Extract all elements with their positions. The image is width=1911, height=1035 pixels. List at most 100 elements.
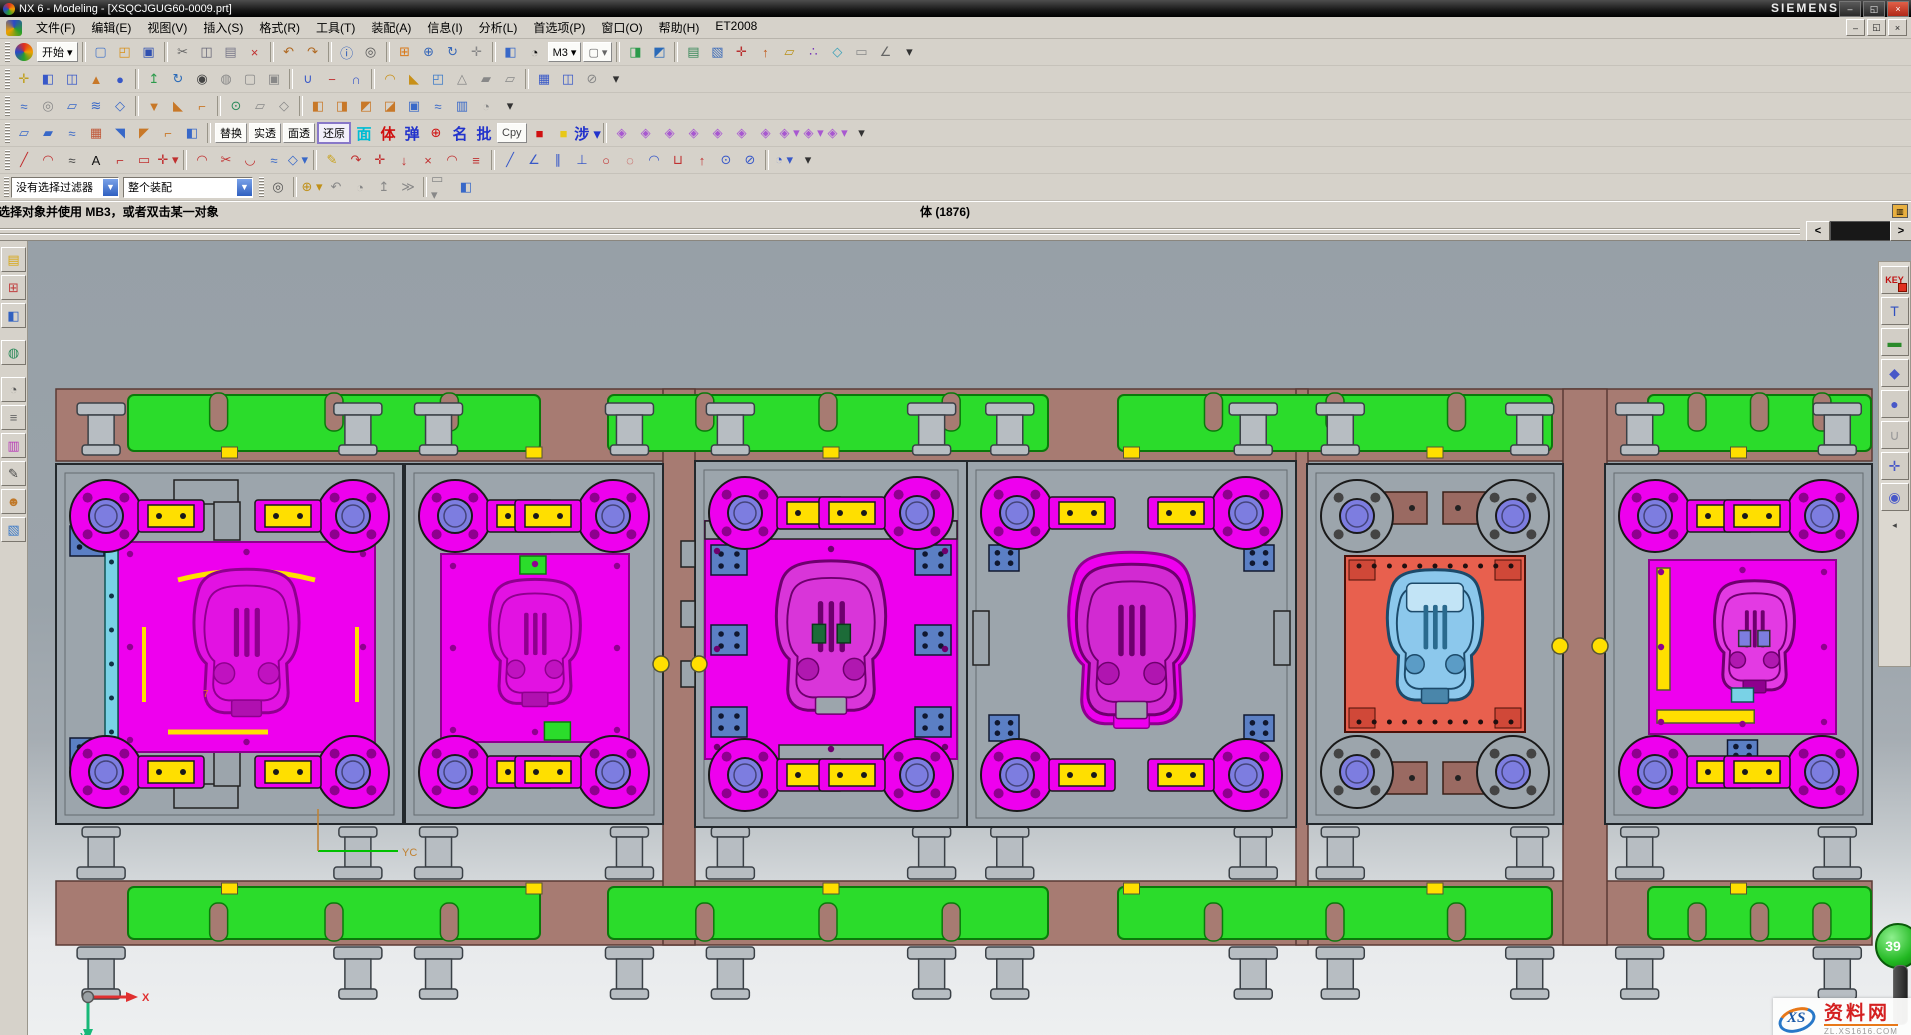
x-form-icon[interactable]: ◇ ▾ <box>286 148 310 172</box>
object-color-button[interactable]: ▢ ▾ <box>583 42 612 62</box>
text-curve-icon[interactable]: A <box>84 148 108 172</box>
datum-grid-icon[interactable]: ◇ <box>272 94 296 118</box>
mirror-feature-icon[interactable]: ◫ <box>556 67 580 91</box>
key-parts-button[interactable]: KEY <box>1881 266 1909 294</box>
edit-parameters-icon[interactable]: ✎ <box>320 148 344 172</box>
trim-curve-icon[interactable]: ✂ <box>214 148 238 172</box>
extrude-icon[interactable]: ↥ <box>142 67 166 91</box>
sphere-icon[interactable]: ● <box>108 67 132 91</box>
restore-button[interactable]: ◱ <box>1863 1 1885 17</box>
wrap-geometry-icon[interactable]: ◔ <box>474 94 498 118</box>
fillet-curve-icon[interactable]: ◠ <box>190 148 214 172</box>
bend-icon[interactable]: ⌐ <box>190 94 214 118</box>
shaded-view-icon[interactable]: ◧ <box>499 40 523 64</box>
sew-icon[interactable]: ≈ <box>426 94 450 118</box>
nx-logo-icon[interactable] <box>15 43 33 61</box>
pattern-feature-icon[interactable]: ▦ <box>532 67 556 91</box>
snap-view-icon[interactable]: ◇ <box>825 40 849 64</box>
four-point-surface-icon[interactable]: ▰ <box>36 121 60 145</box>
menu-item-8[interactable]: 分析(L) <box>471 17 526 38</box>
blend-face-icon[interactable]: ◈ <box>706 121 730 145</box>
move-component-icon[interactable]: ◩ <box>647 40 671 64</box>
roles-tab[interactable]: ☻ <box>1 489 26 514</box>
resize-chamfer-icon[interactable]: ◈ ▾ <box>826 121 850 145</box>
menu-item-5[interactable]: 工具(T) <box>308 17 363 38</box>
datum-csys-icon[interactable]: ✛ <box>12 67 36 91</box>
open-file-icon[interactable]: ◰ <box>113 40 137 64</box>
point-icon[interactable]: ✛ ▾ <box>156 148 180 172</box>
divide-curve-icon[interactable]: ◡ <box>238 148 262 172</box>
start-button[interactable]: 开始 ▾ <box>37 42 78 62</box>
stamp-icon[interactable]: ▼ <box>142 94 166 118</box>
menu-item-11[interactable]: 帮助(H) <box>651 17 708 38</box>
circle-point-point-icon[interactable]: ○ <box>594 148 618 172</box>
assembly-navigator-tab[interactable]: ▤ <box>1 247 26 272</box>
measure-angle-icon[interactable]: ∠ <box>873 40 897 64</box>
circle-tangent-icon[interactable]: ⊘ <box>738 148 762 172</box>
extension-surface-icon[interactable]: ◥ <box>108 121 132 145</box>
menu-item-7[interactable]: 信息(I) <box>419 17 470 38</box>
copy-icon[interactable]: ◫ <box>195 40 219 64</box>
blend-curve-icon[interactable]: ↷ <box>344 148 368 172</box>
edge-blend-icon[interactable]: ◠ <box>378 67 402 91</box>
information-window-icon[interactable]: ⓘ <box>335 40 359 64</box>
part-navigator-tab[interactable]: ◧ <box>1 303 26 328</box>
batch-display-button[interactable]: 批 <box>472 122 496 144</box>
fitting-parts-button[interactable]: ✛ <box>1881 452 1909 480</box>
tube-icon[interactable]: ◎ <box>36 94 60 118</box>
menu-item-10[interactable]: 窗口(O) <box>593 17 650 38</box>
render-style-icon[interactable]: ◔ <box>523 40 547 64</box>
ruled-surface-icon[interactable]: ▱ <box>60 94 84 118</box>
pocket-icon[interactable]: ▢ <box>238 67 262 91</box>
u-notch-icon[interactable]: ⊔ <box>666 148 690 172</box>
point-set-icon[interactable]: ∴ <box>801 40 825 64</box>
offset-curve-icon[interactable]: ≡ <box>464 148 488 172</box>
law-extension-icon[interactable]: ⌐ <box>156 121 180 145</box>
pull-face-icon[interactable]: ◈ <box>634 121 658 145</box>
view-cube-icon[interactable]: ◧ <box>454 175 478 199</box>
circle-three-point-icon[interactable]: ◌ <box>618 148 642 172</box>
profile-icon[interactable]: ⌐ <box>108 148 132 172</box>
row2-overflow-icon[interactable]: ▾ <box>604 67 628 91</box>
datum-plane-icon[interactable]: ▱ <box>777 40 801 64</box>
pad-icon[interactable]: ▣ <box>262 67 286 91</box>
smooth-spline-icon[interactable]: ≈ <box>262 148 286 172</box>
paste-icon[interactable]: ▤ <box>219 40 243 64</box>
history-palette-tab[interactable]: ◔ <box>1 377 26 402</box>
reuse-library-tab[interactable]: ◍ <box>1 340 26 365</box>
orient-wcs-icon[interactable]: ✛ <box>729 40 753 64</box>
restore-view-button[interactable]: 还原 <box>317 122 351 144</box>
guide-parts-button[interactable]: ∪ <box>1881 421 1909 449</box>
selection-filter-dropdown[interactable]: 没有选择过滤器 ▼ <box>11 177 119 198</box>
join-curve-icon[interactable]: ✛ <box>368 148 392 172</box>
copy-display-button[interactable]: Cpy <box>497 123 527 143</box>
visible-in-view-icon[interactable]: ▧ <box>705 40 729 64</box>
offset-face-icon[interactable]: ◨ <box>330 94 354 118</box>
intersect-icon[interactable]: ∩ <box>344 67 368 91</box>
menu-item-2[interactable]: 视图(V) <box>139 17 195 38</box>
child-close-button[interactable]: × <box>1888 19 1907 36</box>
menu-item-6[interactable]: 装配(A) <box>363 17 419 38</box>
resize-face-icon[interactable]: ◈ <box>658 121 682 145</box>
minimize-button[interactable]: – <box>1839 1 1861 17</box>
menu-item-3[interactable]: 插入(S) <box>195 17 251 38</box>
target-point-icon[interactable]: ⊕ <box>424 121 448 145</box>
menu-item-1[interactable]: 编辑(E) <box>83 17 139 38</box>
mold-base-parts-button[interactable]: ◆ <box>1881 359 1909 387</box>
arc-icon[interactable]: ◠ <box>36 148 60 172</box>
arc-three-point-icon[interactable]: ◠ <box>642 148 666 172</box>
undo-icon[interactable]: ↶ <box>277 40 301 64</box>
dialog-rail-button[interactable]: ▥ <box>1892 204 1908 218</box>
highlight-body-icon[interactable]: ■ <box>528 121 552 145</box>
swept-surface-icon[interactable]: ≈ <box>60 121 84 145</box>
work-layer-button[interactable]: M3 ▾ <box>548 42 582 62</box>
graphics-viewport[interactable]: 7YCXY <box>0 241 1911 1035</box>
point-tool-icon[interactable]: ⊙ <box>224 94 248 118</box>
spring-display-button[interactable]: 弹 <box>400 122 424 144</box>
annotation-editor-tab[interactable]: ✎ <box>1 461 26 486</box>
replace-face-icon[interactable]: ◪ <box>378 94 402 118</box>
rectangle-icon[interactable]: ▭ <box>132 148 156 172</box>
delete-face-synchronous-icon[interactable]: ◈ <box>754 121 778 145</box>
parallel-line-icon[interactable]: ∥ <box>546 148 570 172</box>
measure-distance-icon[interactable]: ▭ <box>849 40 873 64</box>
